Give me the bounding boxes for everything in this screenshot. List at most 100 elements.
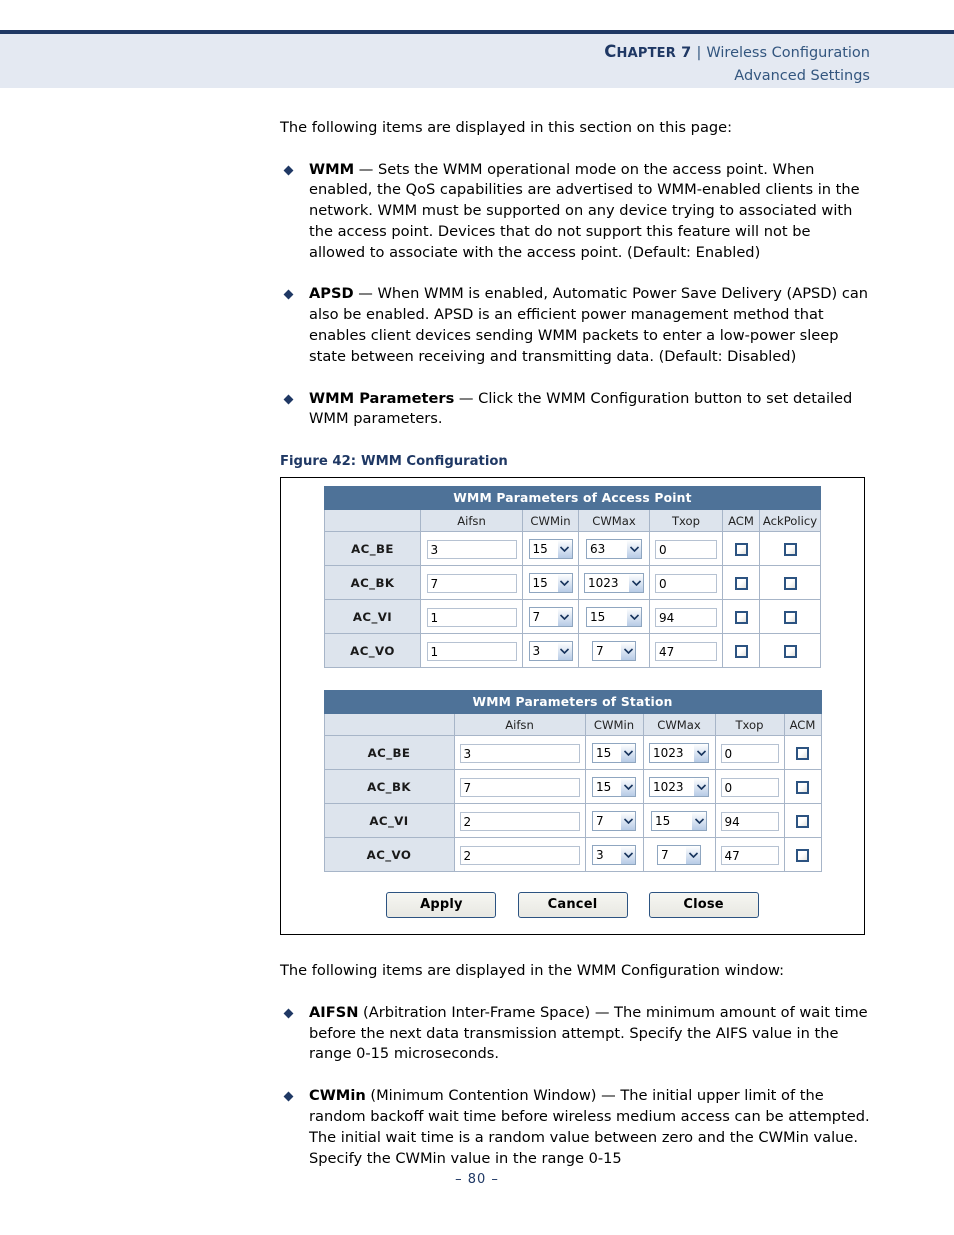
ap-acm-cell (722, 531, 760, 567)
chevron-down-icon (556, 540, 572, 559)
st-cwmin-select[interactable]: 3 (592, 845, 636, 866)
st-aifsn-input[interactable]: 2 (459, 845, 580, 865)
ap-cwmax-select[interactable]: 7 (592, 641, 636, 662)
bullet-item-wmm-parameters: WMM Parameters — Click the WMM Configura… (280, 389, 870, 431)
diamond-bullet-icon (283, 394, 294, 405)
st-txop-input[interactable]: 0 (720, 777, 779, 797)
ap-acm-checkbox[interactable] (734, 645, 748, 659)
ap-cwmax-select[interactable]: 63 (586, 539, 642, 560)
ap-ackpolicy-checkbox[interactable] (783, 543, 797, 557)
ap-txop-input[interactable]: 0 (655, 539, 717, 559)
st-txop-input[interactable]: 0 (720, 743, 779, 763)
ap-row-label: AC_BE (324, 531, 421, 567)
st-acm-checkbox[interactable] (796, 781, 809, 795)
bullet-text: — Sets the WMM operational mode on the a… (309, 160, 860, 261)
st-acm-checkbox[interactable] (796, 747, 809, 761)
ap-aifsn-input[interactable]: 3 (426, 539, 517, 559)
chevron-down-icon (626, 608, 641, 627)
ap-acm-cell (722, 565, 760, 601)
bullet-text: (Minimum Contention Window) — The initia… (309, 1087, 870, 1167)
ap-txop-cell: 0 (649, 531, 723, 567)
ap-cwmin-select[interactable]: 3 (528, 641, 573, 662)
ap-ackpolicy-cell (759, 633, 821, 669)
ap-col-ackpolicy: AckPolicy (759, 509, 821, 533)
ap-txop-input[interactable]: 0 (655, 573, 717, 593)
bullet-term: APSD (309, 285, 354, 303)
chevron-down-icon (685, 846, 700, 865)
apply-button[interactable]: Apply (386, 892, 497, 919)
chevron-down-icon (620, 744, 635, 763)
chevron-down-icon (691, 812, 706, 831)
diamond-bullet-icon (283, 1008, 294, 1019)
ap-cwmin-select[interactable]: 7 (528, 607, 573, 628)
st-cwmax-select[interactable]: 1023 (649, 777, 709, 798)
st-aifsn-input[interactable]: 2 (459, 811, 580, 831)
ap-aifsn-cell: 7 (420, 565, 523, 601)
ap-row-label: AC_VI (324, 599, 421, 635)
st-acm-cell (783, 769, 822, 805)
bullet-term: AIFSN (309, 1003, 359, 1021)
st-cwmax-select[interactable]: 15 (651, 811, 707, 832)
ap-txop-input[interactable]: 94 (655, 607, 717, 627)
st-txop-cell: 0 (714, 735, 785, 771)
ap-txop-cell: 94 (649, 599, 723, 635)
ap-cwmin-cell: 3 (522, 633, 579, 669)
st-cwmax-select[interactable]: 7 (657, 845, 701, 866)
st-row-label: AC_VI (323, 803, 455, 839)
figure-caption-label: Figure 42: (280, 454, 357, 470)
st-txop-input[interactable]: 94 (720, 811, 779, 831)
st-aifsn-cell: 2 (453, 837, 586, 873)
chevron-down-icon (628, 574, 643, 593)
ap-cwmax-select[interactable]: 1023 (584, 573, 644, 594)
ap-acm-checkbox[interactable] (734, 611, 748, 625)
table-row: AC_VI 2 7 15 94 (323, 803, 822, 839)
st-row-label: AC_VO (323, 837, 455, 873)
st-col-acm: ACM (783, 713, 822, 737)
st-cwmin-cell: 3 (584, 837, 644, 873)
ap-cwmin-select[interactable]: 15 (528, 539, 573, 560)
ap-aifsn-input[interactable]: 1 (426, 641, 517, 661)
ap-cwmin-select[interactable]: 15 (528, 573, 573, 594)
st-acm-checkbox[interactable] (796, 815, 809, 829)
st-txop-input[interactable]: 47 (720, 845, 779, 865)
ap-txop-input[interactable]: 47 (655, 641, 717, 661)
chevron-down-icon (620, 846, 635, 865)
st-acm-checkbox[interactable] (796, 849, 809, 863)
header-line-chapter: CHAPTER 7 | Wireless Configuration (604, 42, 870, 64)
chevron-down-icon (620, 642, 635, 661)
st-row-label: AC_BK (323, 769, 455, 805)
bullet-term: WMM Parameters (309, 389, 455, 407)
st-aifsn-input[interactable]: 3 (459, 743, 580, 763)
close-button[interactable]: Close (648, 892, 759, 919)
st-cwmax-cell: 7 (642, 837, 716, 873)
st-aifsn-input[interactable]: 7 (459, 777, 580, 797)
ap-ackpolicy-checkbox[interactable] (783, 577, 797, 591)
table-row: AC_BE 3 15 63 0 (324, 531, 821, 567)
chevron-down-icon (556, 608, 572, 627)
figure-wmm-configuration: WMM Parameters of Access Point Aifsn CWM… (280, 477, 865, 936)
ap-acm-checkbox[interactable] (734, 577, 748, 591)
st-cwmin-select[interactable]: 15 (592, 777, 636, 798)
ap-ackpolicy-checkbox[interactable] (783, 645, 797, 659)
cancel-button[interactable]: Cancel (517, 892, 628, 919)
ap-aifsn-input[interactable]: 7 (426, 573, 517, 593)
header-subtitle: Advanced Settings (734, 68, 870, 84)
page-header-text: CHAPTER 7 | Wireless Configuration Advance… (604, 42, 870, 86)
st-cwmax-select[interactable]: 1023 (649, 743, 709, 764)
ap-acm-cell (722, 633, 760, 669)
ap-acm-checkbox[interactable] (734, 543, 748, 557)
intro-paragraph: The following items are displayed in thi… (280, 119, 733, 136)
ap-cwmax-cell: 63 (578, 531, 650, 567)
st-cwmin-select[interactable]: 7 (592, 811, 636, 832)
st-cwmin-select[interactable]: 15 (592, 743, 636, 764)
st-cwmin-cell: 15 (584, 769, 644, 805)
intro-paragraph-2: The following items are displayed in the… (280, 962, 785, 980)
ap-cwmax-select[interactable]: 15 (586, 607, 642, 628)
table-row: AC_VO 1 3 7 47 (324, 633, 821, 669)
ap-aifsn-input[interactable]: 1 (426, 607, 517, 627)
table-title-row: WMM Parameters of Access Point (324, 486, 821, 511)
ap-acm-cell (722, 599, 760, 635)
ap-aifsn-cell: 1 (420, 599, 523, 635)
table-row: AC_VI 1 7 15 94 (324, 599, 821, 635)
ap-ackpolicy-checkbox[interactable] (783, 611, 797, 625)
